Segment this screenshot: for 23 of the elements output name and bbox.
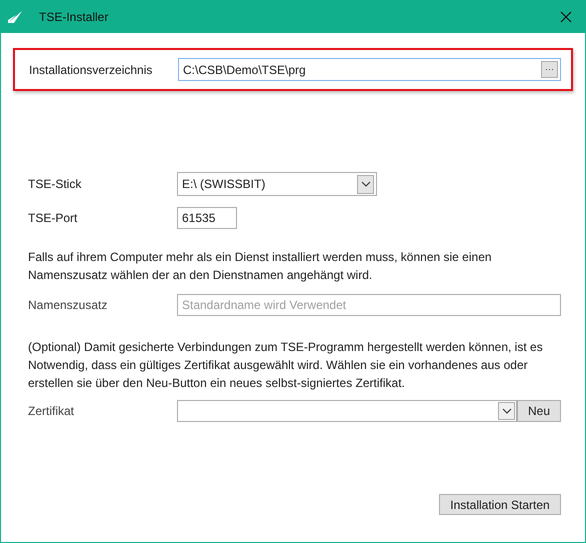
- app-logo-icon: [8, 11, 22, 23]
- field-label: Installationsverzeichnis: [29, 62, 154, 78]
- browse-button[interactable]: ···: [541, 61, 558, 78]
- info-text: Falls auf ihrem Computer mehr als ein Dienst installiert werden muss, können sie einen Namenszusatz wählen der an den Dienstnamen angehängt wird.: [27, 249, 493, 284]
- chevron-down-icon: [502, 408, 512, 414]
- stick-dropdown[interactable]: E:\ (SWISSBIT): [177, 172, 377, 196]
- port-field[interactable]: 61535: [177, 207, 237, 229]
- window-title: TSE-Installer: [39, 9, 108, 26]
- path-value: C:\CSB\Demo\TSE\prg: [183, 62, 307, 78]
- path-field[interactable]: C:\CSB\Demo\TSE\prg ···: [178, 58, 561, 81]
- field-label: Zertifikat: [28, 403, 76, 420]
- field-label: TSE-Stick: [28, 176, 82, 193]
- field-label: TSE-Port: [28, 210, 78, 227]
- close-icon: [560, 11, 572, 23]
- start-installation-button[interactable]: Installation Starten: [439, 494, 561, 515]
- dropdown-value: E:\ (SWISSBIT): [182, 176, 266, 193]
- name-suffix-field[interactable]: Standardname wird Verwendet: [177, 294, 561, 316]
- chevron-down-icon: [360, 181, 370, 187]
- dropdown-arrow-button[interactable]: [498, 402, 515, 420]
- new-button[interactable]: Neu: [517, 400, 561, 422]
- dropdown-arrow-button[interactable]: [357, 174, 374, 194]
- field-label: Namenszusatz: [28, 297, 108, 314]
- info-text: (Optional) Damit gesicherte Verbindungen zum TSE-Programm hergestellt werden können, ist es Notwendig, dass ein gültiges Zertifikat ausgewählt wird. Wählen sie ein vorhandenes aus oder erstellen sie über den Neu-Button ein neues selbst-signiertes Zertifikat.: [27, 339, 544, 392]
